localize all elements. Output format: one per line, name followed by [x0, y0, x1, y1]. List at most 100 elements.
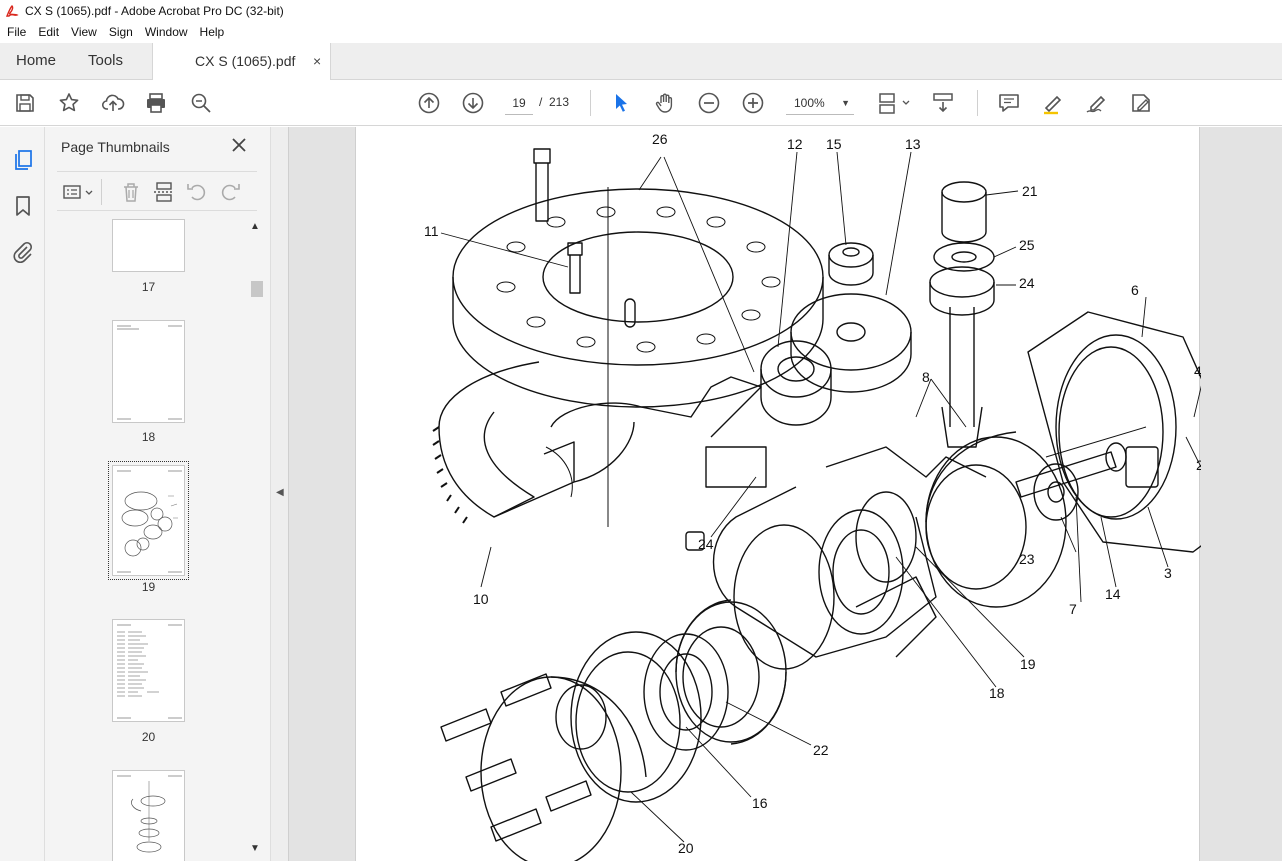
- thumbnail-page-19[interactable]: [108, 461, 189, 580]
- previous-page-icon[interactable]: [417, 91, 441, 115]
- menu-sign[interactable]: Sign: [103, 22, 139, 43]
- thumbnail-page-21[interactable]: [112, 770, 185, 861]
- callout-16: 16: [752, 795, 768, 811]
- callout-26: 26: [652, 131, 668, 147]
- scroll-mode-icon[interactable]: [931, 91, 955, 115]
- panel-title: Page Thumbnails: [61, 139, 170, 155]
- thumbnail-label: 19: [141, 580, 156, 594]
- navigation-rail: [0, 127, 45, 861]
- callout-23: 23: [1019, 551, 1035, 567]
- menu-view[interactable]: View: [65, 22, 103, 43]
- attachment-icon[interactable]: [11, 240, 35, 264]
- page-fit-icon[interactable]: [877, 91, 913, 115]
- thumbnail-toolbar: [57, 171, 257, 211]
- thumbnail-label: 18: [141, 430, 156, 444]
- callout-4: 4: [1194, 363, 1201, 379]
- callout-10: 10: [473, 591, 489, 607]
- menu-file[interactable]: File: [1, 22, 32, 43]
- callout-11: 11: [424, 223, 439, 239]
- toolbar-divider: [590, 90, 591, 116]
- rotate-left-icon[interactable]: [185, 180, 209, 204]
- callout-7: 7: [1069, 601, 1077, 617]
- close-tab-icon[interactable]: ×: [313, 43, 321, 79]
- menu-edit[interactable]: Edit: [32, 22, 65, 43]
- callout-13: 13: [905, 136, 921, 152]
- toolbar-divider: [977, 90, 978, 116]
- tab-document[interactable]: CX S (1065).pdf ×: [152, 43, 331, 80]
- select-cursor-icon[interactable]: [609, 91, 633, 115]
- callout-14: 14: [1105, 586, 1121, 602]
- title-bar: CX S (1065).pdf - Adobe Acrobat Pro DC (…: [0, 0, 1282, 22]
- total-pages: 213: [549, 95, 570, 109]
- close-panel-icon[interactable]: [231, 137, 247, 153]
- pdf-page: 26 12 15 13 21 11 25 24 6 4 8 2 23 24 10…: [355, 127, 1201, 861]
- menu-bar: File Edit View Sign Window Help: [0, 22, 1282, 43]
- callout-labels: 26 12 15 13 21 11 25 24 6 4 8 2 23 24 10…: [424, 131, 1201, 856]
- menu-help[interactable]: Help: [194, 22, 231, 43]
- bookmark-icon[interactable]: [11, 194, 35, 218]
- callout-18: 18: [989, 685, 1005, 701]
- thumbnail-page-17[interactable]: [112, 219, 185, 272]
- page-thumbnails-panel: Page Thumbnails 17 18 19 20 ▲ ▼: [45, 127, 270, 861]
- callout-19: 19: [1020, 656, 1036, 672]
- tab-tools[interactable]: Tools: [88, 43, 123, 79]
- thumbnail-scrollbar[interactable]: ▲ ▼: [249, 219, 263, 859]
- acrobat-logo-icon: [5, 4, 19, 18]
- callout-6: 6: [1131, 282, 1139, 298]
- zoom-level-value: 100%: [794, 96, 825, 110]
- rotate-right-icon[interactable]: [218, 180, 242, 204]
- fill-sign-icon[interactable]: [1129, 91, 1153, 115]
- tab-document-label: CX S (1065).pdf: [195, 53, 296, 69]
- callout-21: 21: [1022, 183, 1038, 199]
- bookmark-star-icon[interactable]: [57, 91, 81, 115]
- toolbar-divider: [101, 179, 102, 205]
- callout-3: 3: [1164, 565, 1172, 581]
- highlight-pen-icon[interactable]: [1041, 91, 1065, 115]
- collapse-arrow-icon: ◀: [276, 487, 284, 498]
- next-page-icon[interactable]: [461, 91, 485, 115]
- thumbnail-list: 17 18 19 20: [57, 219, 247, 861]
- callout-20: 20: [678, 840, 694, 856]
- acrobat-window: CX S (1065).pdf - Adobe Acrobat Pro DC (…: [0, 0, 1282, 861]
- callout-24-lower: 24: [698, 536, 714, 552]
- callout-24: 24: [1019, 275, 1035, 291]
- thumbnail-label: 17: [141, 280, 156, 294]
- save-icon[interactable]: [13, 91, 37, 115]
- draw-signature-icon[interactable]: [1085, 91, 1109, 115]
- panel-collapse-handle[interactable]: ◀: [270, 127, 289, 861]
- window-title: CX S (1065).pdf - Adobe Acrobat Pro DC (…: [25, 4, 284, 18]
- thumbnail-page-20[interactable]: [112, 619, 185, 722]
- print-icon[interactable]: [144, 91, 168, 115]
- insert-page-icon[interactable]: [152, 180, 176, 204]
- scrollbar-thumb[interactable]: [251, 281, 263, 297]
- callout-15: 15: [826, 136, 842, 152]
- callout-8: 8: [922, 369, 930, 385]
- tab-bar: Home Tools CX S (1065).pdf ×: [0, 43, 1282, 80]
- tab-home[interactable]: Home: [16, 43, 56, 79]
- thumbnail-label: 20: [141, 730, 156, 744]
- document-view[interactable]: 26 12 15 13 21 11 25 24 6 4 8 2 23 24 10…: [289, 127, 1282, 861]
- chevron-down-icon: ▼: [841, 98, 850, 108]
- main-toolbar: / 213 100% ▼: [0, 80, 1282, 126]
- page-thumbnails-icon[interactable]: [11, 148, 35, 172]
- scroll-up-icon[interactable]: ▲: [250, 221, 260, 232]
- menu-window[interactable]: Window: [139, 22, 194, 43]
- callout-25: 25: [1019, 237, 1035, 253]
- exploded-view-drawing: 26 12 15 13 21 11 25 24 6 4 8 2 23 24 10…: [424, 131, 1201, 861]
- callout-22: 22: [813, 742, 829, 758]
- page-number-input[interactable]: [505, 91, 533, 115]
- zoom-search-icon[interactable]: [189, 91, 213, 115]
- thumbnail-page-18[interactable]: [112, 320, 185, 423]
- upload-icon[interactable]: [101, 91, 125, 115]
- callout-2: 2: [1196, 457, 1201, 473]
- thumbnail-options-icon[interactable]: [61, 180, 95, 204]
- hand-tool-icon[interactable]: [653, 91, 677, 115]
- zoom-out-icon[interactable]: [697, 91, 721, 115]
- zoom-in-icon[interactable]: [741, 91, 765, 115]
- delete-page-icon[interactable]: [119, 180, 143, 204]
- page-separator: /: [539, 95, 543, 109]
- zoom-level-select[interactable]: 100% ▼: [786, 91, 854, 115]
- callout-12: 12: [787, 136, 803, 152]
- scroll-down-icon[interactable]: ▼: [250, 843, 260, 854]
- comment-icon[interactable]: [997, 91, 1021, 115]
